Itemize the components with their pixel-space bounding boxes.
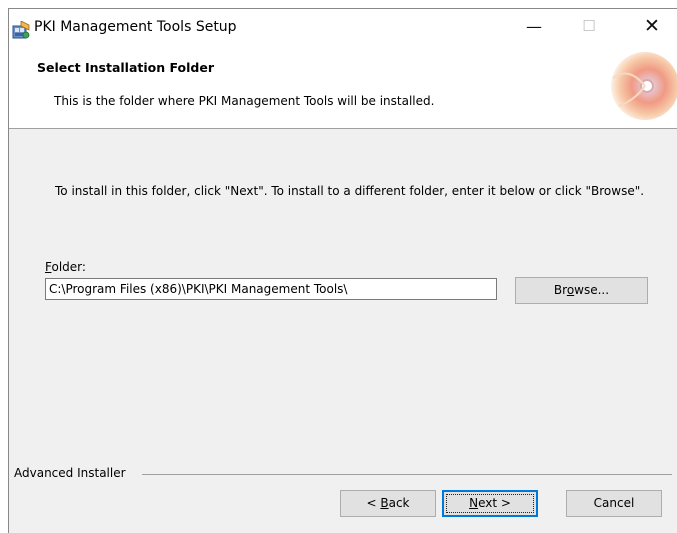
installer-app-icon — [12, 20, 30, 39]
cancel-button[interactable]: Cancel — [566, 490, 662, 517]
browse-label-pre: Br — [553, 283, 567, 297]
next-button[interactable]: Next > — [442, 490, 538, 517]
close-button[interactable]: ✕ — [629, 9, 675, 44]
folder-label: Folder: — [45, 260, 86, 274]
page-title: Select Installation Folder — [37, 60, 214, 75]
browse-button[interactable]: Browse... — [515, 277, 648, 304]
window-title: PKI Management Tools Setup — [34, 19, 237, 35]
header-banner: Select Installation Folder This is the f… — [9, 44, 677, 129]
focus-rectangle — [446, 494, 534, 513]
page-subtitle: This is the folder where PKI Management … — [54, 94, 435, 108]
brand-label: Advanced Installer — [14, 466, 130, 480]
maximize-button[interactable]: ☐ — [566, 9, 612, 44]
disc-graphic-icon — [595, 48, 677, 120]
minimize-button[interactable]: — — [511, 9, 557, 44]
setup-dialog: PKI Management Tools Setup — ☐ ✕ Select … — [8, 8, 677, 533]
back-label-pre: < — [366, 496, 381, 510]
back-label-accelerator: B — [380, 496, 389, 510]
back-button[interactable]: < Back — [340, 490, 436, 517]
back-label-post: ack — [388, 496, 410, 510]
title-bar[interactable]: PKI Management Tools Setup — ☐ ✕ — [9, 9, 677, 44]
browse-label-post: wse... — [574, 283, 610, 297]
instructions-text: To install in this folder, click "Next".… — [55, 184, 645, 198]
folder-label-text: older: — [51, 260, 86, 274]
footer-divider — [142, 474, 672, 475]
folder-path-input[interactable] — [45, 278, 497, 300]
